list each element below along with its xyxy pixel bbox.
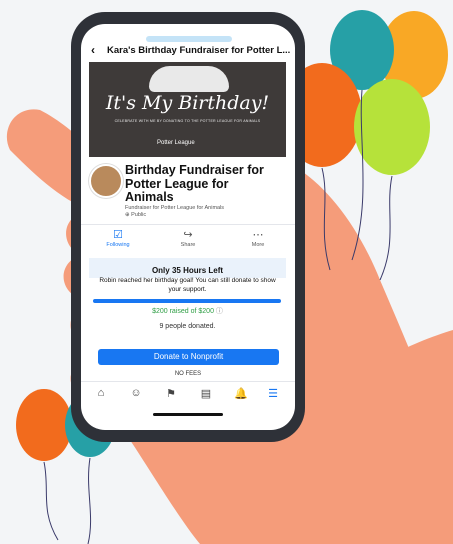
flag-icon[interactable]: ⚑ bbox=[159, 387, 183, 400]
fundraiser-subtitle[interactable]: Fundraiser for Potter League for Animals bbox=[125, 205, 224, 211]
top-bar: ‹ Kara's Birthday Fundraiser for Potter … bbox=[81, 40, 295, 62]
cover-subtitle: CELEBRATE WITH ME BY DONATING TO THE POT… bbox=[114, 119, 261, 123]
speaker bbox=[146, 36, 232, 42]
share-button[interactable]: ↪ Share bbox=[158, 229, 218, 248]
more-button[interactable]: ⋯ More bbox=[228, 229, 288, 248]
donate-button[interactable]: Donate to Nonprofit bbox=[98, 349, 279, 365]
home-indicator bbox=[153, 413, 223, 416]
balloon-orange-small bbox=[16, 389, 72, 461]
no-fees-label: NO FEES bbox=[174, 371, 202, 377]
donor-count[interactable]: 9 people donated. bbox=[89, 323, 286, 330]
cover-puppy bbox=[149, 66, 229, 92]
raised-text: $200 raised of $200 bbox=[152, 308, 214, 315]
fundraiser-title: Birthday Fundraiser for Potter League fo… bbox=[125, 163, 264, 204]
action-bar: ☑ Following ↪ Share ⋯ More bbox=[81, 224, 295, 257]
bottom-tab-bar: ⌂ ☺ ⚑ ▤ 🔔 ☰ bbox=[81, 381, 295, 406]
cover-title: It's My Birthday! bbox=[105, 92, 270, 114]
home-icon[interactable]: ⌂ bbox=[89, 387, 113, 399]
share-label: Share bbox=[180, 242, 196, 248]
privacy-text: Public bbox=[131, 212, 147, 218]
progress-bar bbox=[93, 299, 281, 303]
bell-icon[interactable]: 🔔 bbox=[229, 387, 253, 400]
balloon-strings-small bbox=[43, 457, 92, 544]
avatar[interactable] bbox=[89, 164, 123, 198]
following-label: Following bbox=[106, 242, 130, 248]
more-icon: ⋯ bbox=[252, 229, 264, 241]
info-icon[interactable]: ⓘ bbox=[216, 308, 223, 315]
groups-icon[interactable]: ☺ bbox=[124, 387, 148, 399]
hours-left: Only 35 Hours Left bbox=[151, 266, 224, 275]
raised-amount: $200 raised of $200 ⓘ bbox=[89, 306, 286, 316]
more-label: More bbox=[251, 242, 265, 248]
menu-icon[interactable]: ☰ bbox=[261, 387, 285, 400]
following-button[interactable]: ☑ Following bbox=[88, 229, 148, 248]
page-title: Kara's Birthday Fundraiser for Potter L.… bbox=[107, 45, 291, 56]
privacy-label: ⊕ Public bbox=[125, 212, 146, 218]
chevron-left-icon[interactable]: ‹ bbox=[91, 44, 95, 56]
phone-screen: ‹ Kara's Birthday Fundraiser for Potter … bbox=[81, 24, 295, 430]
balloon-green bbox=[354, 79, 430, 175]
cover-photo[interactable]: It's My Birthday! CELEBRATE WITH ME BY D… bbox=[89, 62, 286, 157]
goal-reached-text: Robin reached her birthday goal! You can… bbox=[99, 277, 276, 293]
cover-logo: Potter League bbox=[157, 140, 195, 146]
following-icon: ☑ bbox=[113, 229, 123, 241]
share-icon: ↪ bbox=[183, 229, 193, 241]
news-icon[interactable]: ▤ bbox=[194, 387, 218, 400]
